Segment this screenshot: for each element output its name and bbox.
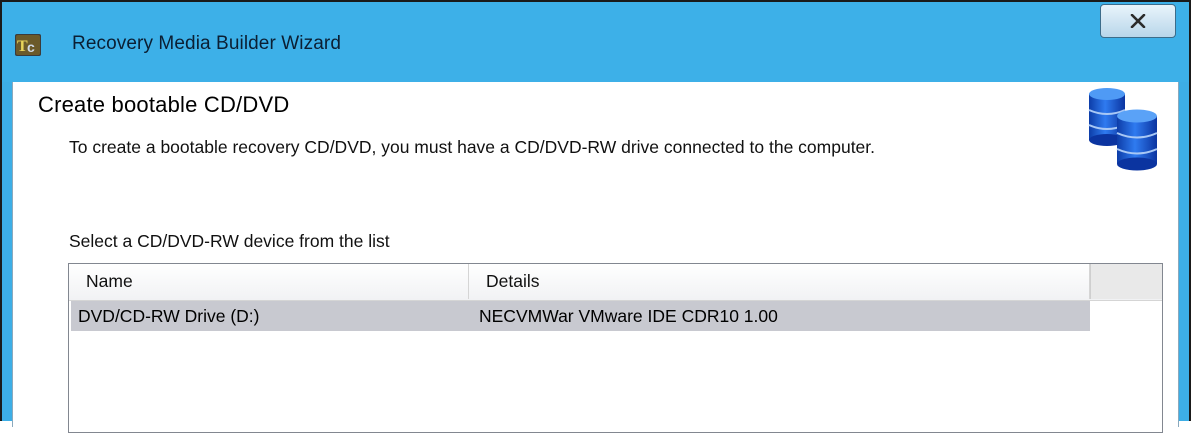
database-icon	[1088, 88, 1158, 171]
column-header-details[interactable]: Details	[469, 264, 1090, 299]
column-header-filler	[1090, 264, 1162, 299]
title-bar[interactable]: T c Recovery Media Builder Wizard	[2, 2, 1189, 82]
window-title: Recovery Media Builder Wizard	[72, 33, 341, 54]
device-list[interactable]: Name Details DVD/CD-RW Drive (D:) NECVMW…	[68, 263, 1163, 433]
page-description: To create a bootable recovery CD/DVD, yo…	[69, 137, 876, 157]
device-details: NECVMWar VMware IDE CDR10 1.00	[479, 306, 778, 326]
wizard-window: T c Recovery Media Builder Wizard Create…	[0, 0, 1191, 433]
device-list-header: Name Details	[69, 264, 1162, 301]
wizard-page: Create bootable CD/DVD To create a boota…	[12, 82, 1179, 433]
svg-text:c: c	[27, 39, 35, 55]
close-icon	[1130, 14, 1146, 28]
close-button[interactable]	[1100, 4, 1176, 38]
page-title: Create bootable CD/DVD	[38, 92, 290, 117]
tc-app-icon: T c	[15, 34, 41, 56]
column-header-name[interactable]: Name	[69, 264, 469, 299]
device-list-label: Select a CD/DVD-RW device from the list	[69, 231, 390, 251]
device-row[interactable]: DVD/CD-RW Drive (D:) NECVMWar VMware IDE…	[71, 301, 1090, 331]
device-name: DVD/CD-RW Drive (D:)	[78, 306, 260, 326]
